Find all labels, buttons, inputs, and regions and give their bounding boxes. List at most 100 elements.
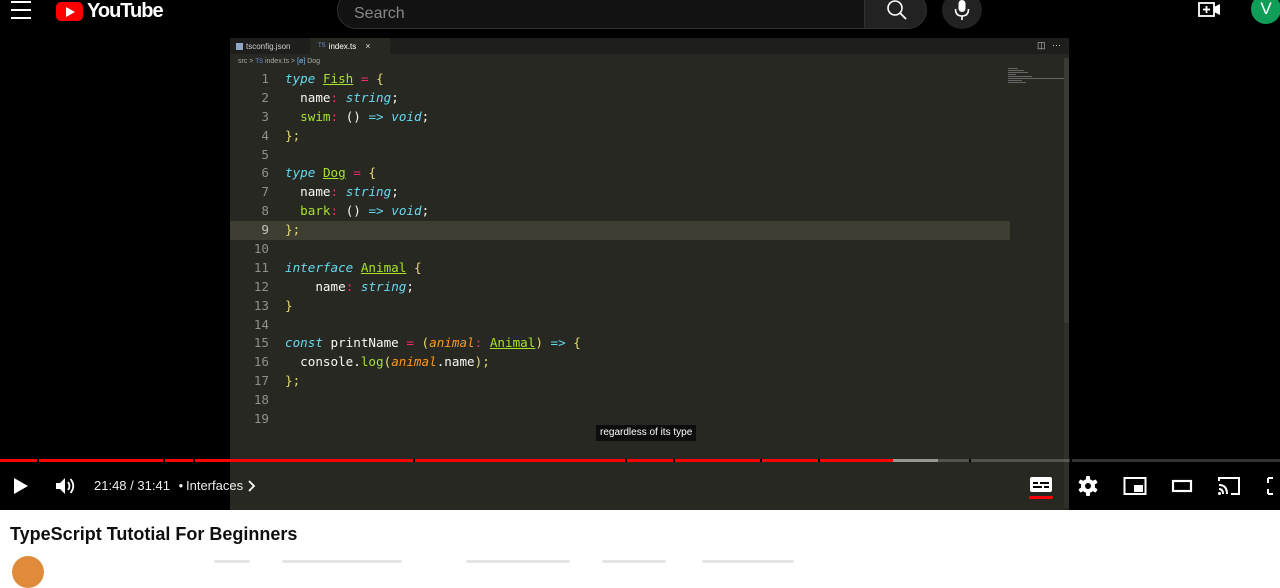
- fullscreen-icon: [1267, 477, 1273, 495]
- line-number: 11: [253, 259, 269, 275]
- code-line: 3 swim: () => void;: [230, 108, 1010, 127]
- volume-icon: [56, 478, 75, 494]
- code-line: 2 name: string;: [230, 89, 1010, 108]
- chapter-marker: [162, 459, 165, 462]
- fullscreen-button[interactable]: [1256, 466, 1280, 506]
- line-number: 3: [261, 108, 269, 124]
- account-avatar[interactable]: V: [1251, 0, 1280, 24]
- theater-mode-icon: [1171, 479, 1193, 493]
- chapter-dot: •: [178, 478, 184, 493]
- time-display: 21:48 / 31:41 •: [94, 466, 188, 506]
- theater-mode-button[interactable]: [1162, 466, 1202, 506]
- search-button[interactable]: [864, 0, 927, 29]
- breadcrumb-file: index.ts: [264, 58, 290, 65]
- ts-file-icon: TS: [318, 43, 326, 49]
- line-number: 14: [253, 316, 269, 332]
- code-line: 8 bark: () => void;: [230, 202, 1010, 221]
- youtube-logo-icon: [56, 1, 83, 21]
- line-number: 12: [253, 278, 269, 294]
- youtube-logo[interactable]: YouTube: [56, 0, 164, 22]
- code-line: 18: [230, 391, 1010, 410]
- line-number: 19: [253, 411, 269, 427]
- video-player[interactable]: tsconfig.json TS index.ts × ◫ ⋯ src > TS…: [0, 38, 1280, 510]
- editor-actions-icon: ◫ ⋯: [1036, 40, 1063, 50]
- cast-button[interactable]: [1209, 466, 1249, 506]
- chevron-right-icon[interactable]: [247, 466, 263, 506]
- editor-tabbar: tsconfig.json TS index.ts × ◫ ⋯: [230, 38, 1069, 54]
- line-number: 15: [253, 335, 269, 351]
- voice-search-button[interactable]: [942, 0, 982, 29]
- menu-icon[interactable]: [11, 1, 31, 19]
- line-number: 6: [261, 165, 269, 181]
- play-button[interactable]: [0, 466, 40, 506]
- code-area: 1 type Fish = { 2 name: string; 3 swim: (…: [230, 70, 1010, 429]
- close-icon: ×: [365, 41, 371, 51]
- line-number: 4: [261, 127, 269, 143]
- tab-label: index.ts: [328, 41, 357, 51]
- search-box: [337, 0, 865, 29]
- code-line: 6 type Dog = {: [230, 164, 1010, 183]
- chapter-marker: [760, 459, 763, 462]
- code-line: 5: [230, 146, 1010, 165]
- tab-tsconfig: tsconfig.json: [230, 38, 308, 54]
- ts-file-icon: TS: [255, 59, 264, 65]
- breadcrumb-folder: src: [238, 58, 248, 65]
- create-button[interactable]: [1197, 0, 1223, 20]
- chapter-marker: [37, 459, 40, 462]
- code-line-current: 9};: [230, 221, 1010, 241]
- settings-button[interactable]: [1068, 466, 1108, 506]
- chapter-marker: [624, 459, 627, 462]
- channel-avatar[interactable]: [12, 556, 44, 588]
- search-input[interactable]: [338, 0, 864, 28]
- subtitles-button[interactable]: [1021, 466, 1061, 506]
- code-line: 13}: [230, 297, 1010, 316]
- gear-icon: [1078, 476, 1098, 496]
- current-time: 21:48: [94, 478, 127, 493]
- mute-button[interactable]: [45, 466, 85, 506]
- code-line: 12 name: string;: [230, 278, 1010, 297]
- line-number: 9: [261, 222, 269, 238]
- code-line: 10: [230, 240, 1010, 259]
- code-line: 1 type Fish = {: [230, 70, 1010, 89]
- play-icon: [14, 478, 28, 494]
- line-number: 7: [261, 184, 269, 200]
- code-line: 7 name: string;: [230, 183, 1010, 202]
- create-video-icon: [1198, 2, 1220, 17]
- search-icon: [887, 0, 907, 20]
- line-number: 18: [253, 392, 269, 408]
- chapter-marker: [968, 459, 971, 462]
- line-number: 2: [261, 89, 269, 105]
- code-line: 16 console.log(animal.name);: [230, 353, 1010, 372]
- json-file-icon: [236, 42, 243, 50]
- code-line: 17};: [230, 372, 1010, 391]
- breadcrumb: src > TS index.ts > [ø] Dog: [238, 58, 320, 65]
- line-number: 1: [261, 71, 269, 86]
- cast-icon: [1218, 477, 1240, 495]
- masthead: YouTube V: [0, 0, 1280, 38]
- microphone-icon: [954, 0, 970, 20]
- chapter-title[interactable]: Interfaces: [186, 466, 243, 506]
- video-title: TypeScript Tutotial For Beginners: [10, 524, 298, 544]
- code-line: 11 interface Animal {: [230, 259, 1010, 278]
- miniplayer-icon: [1123, 477, 1147, 495]
- code-line: 14: [230, 316, 1010, 335]
- code-line: 15 const printName = (animal: Animal) => …: [230, 334, 1010, 353]
- breadcrumb-symbol: Dog: [307, 58, 321, 65]
- tab-index-ts: TS index.ts ×: [310, 38, 390, 54]
- caption-text: regardless of its type: [596, 425, 697, 441]
- tab-label: tsconfig.json: [246, 41, 291, 51]
- chapter-marker: [1070, 459, 1073, 462]
- variable-icon: [ø]: [297, 58, 306, 65]
- progress-bar[interactable]: [0, 459, 1280, 462]
- chapter-marker: [413, 459, 416, 462]
- miniplayer-button[interactable]: [1115, 466, 1155, 506]
- line-number: 17: [253, 373, 269, 389]
- editor-minimap: [1008, 68, 1068, 98]
- chapter-marker: [193, 459, 196, 462]
- line-number: 10: [253, 241, 269, 257]
- logo-text: YouTube: [87, 0, 164, 22]
- time-separator: /: [130, 478, 134, 493]
- code-line: 4};: [230, 127, 1010, 146]
- editor-scrollbar-thumb: [1064, 58, 1069, 323]
- breadcrumb-separator: >: [291, 58, 296, 65]
